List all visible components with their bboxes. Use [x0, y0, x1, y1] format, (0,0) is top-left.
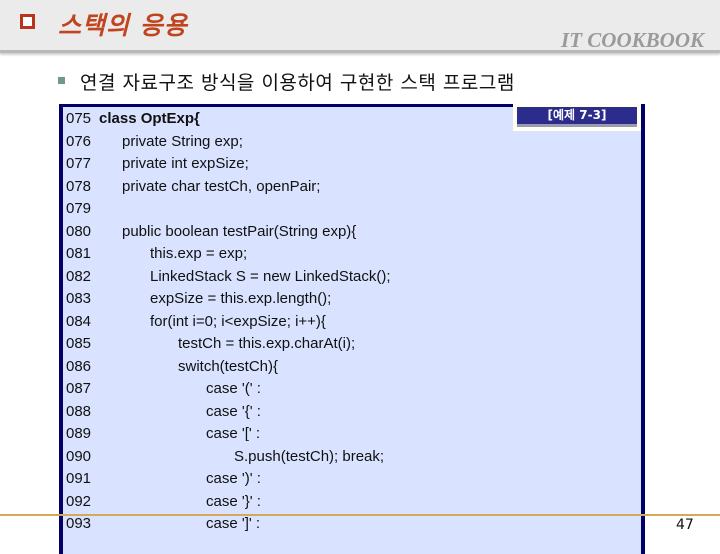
- code-line: 085 testCh = this.exp.charAt(i);: [66, 333, 355, 355]
- line-number: 084: [66, 312, 92, 330]
- code-text: this.exp = exp;: [150, 245, 248, 262]
- code-text: class OptExp{: [99, 110, 200, 127]
- slide-title: 스택의 응용: [58, 11, 188, 40]
- code-text: case '}' :: [206, 492, 261, 510]
- code-line: 077 private int expSize;: [66, 153, 249, 175]
- code-line: 092 case '}' :: [66, 491, 261, 513]
- line-number: 085: [66, 335, 92, 352]
- example-label: [예제 7-3]: [517, 107, 637, 127]
- code-text: case ']' :: [206, 515, 261, 532]
- line-number: 080: [66, 222, 92, 240]
- code-line: 091 case ')' :: [66, 468, 261, 490]
- code-line: 081 this.exp = exp;: [66, 243, 247, 265]
- code-text: S.push(testCh); break;: [234, 447, 385, 465]
- code-text: private char testCh, openPair;: [122, 177, 321, 195]
- code-text: switch(testCh){: [178, 357, 279, 375]
- code-text: case '(' :: [206, 380, 261, 397]
- code-line: 076 private String exp;: [66, 131, 243, 153]
- code-line: 083 expSize = this.exp.length();: [66, 288, 331, 310]
- line-number: 086: [66, 357, 92, 375]
- code-line: 090 S.push(testCh); break;: [66, 446, 384, 468]
- code-line: 075 class OptExp{: [66, 108, 200, 130]
- code-line: 093 case ']' :: [66, 513, 260, 535]
- code-line: 078 private char testCh, openPair;: [66, 176, 320, 198]
- line-number: 076: [66, 132, 92, 150]
- code-line: 080 public boolean testPair(String exp){: [66, 221, 356, 243]
- line-number: 077: [66, 155, 92, 172]
- example-label-container: [예제 7-3]: [513, 104, 641, 131]
- code-line: 079: [66, 198, 112, 220]
- line-number: 090: [66, 447, 92, 465]
- code-text: expSize = this.exp.length();: [150, 290, 332, 307]
- code-line: 089 case '[' :: [66, 423, 260, 445]
- checkbox-bullet-icon: [20, 14, 35, 29]
- line-number: 075: [66, 110, 92, 127]
- code-text: case ')' :: [206, 470, 261, 487]
- page-number: 47: [676, 517, 694, 533]
- code-text: public boolean testPair(String exp){: [122, 222, 357, 240]
- code-text: private String exp;: [122, 132, 243, 150]
- code-text: private int expSize;: [122, 155, 249, 172]
- footer-divider: [0, 514, 720, 516]
- code-text: LinkedStack S = new LinkedStack();: [150, 267, 391, 285]
- code-line: 088 case '{' :: [66, 401, 261, 423]
- code-line: 087 case '(' :: [66, 378, 261, 400]
- square-bullet-icon: [58, 77, 65, 84]
- brand-logo-text: IT COOKBOOK: [561, 28, 704, 52]
- line-number: 079: [66, 200, 92, 217]
- line-number: 081: [66, 245, 92, 262]
- line-number: 093: [66, 515, 92, 532]
- line-number: 092: [66, 492, 92, 510]
- code-line: 086 switch(testCh){: [66, 356, 278, 378]
- line-number: 082: [66, 267, 92, 285]
- code-text: for(int i=0; i<expSize; i++){: [150, 312, 326, 330]
- slide-header: 스택의 응용 IT COOKBOOK: [0, 0, 720, 53]
- code-text: case '[' :: [206, 425, 261, 442]
- line-number: 089: [66, 425, 92, 442]
- code-text: testCh = this.exp.charAt(i);: [178, 335, 356, 352]
- subtitle: 연결 자료구조 방식을 이용하여 구현한 스택 프로그램: [80, 72, 515, 94]
- code-line: 082 LinkedStack S = new LinkedStack();: [66, 266, 391, 288]
- code-text: case '{' :: [206, 402, 261, 420]
- line-number: 091: [66, 470, 92, 487]
- line-number: 087: [66, 380, 92, 397]
- code-line: 084 for(int i=0; i<expSize; i++){: [66, 311, 326, 333]
- line-number: 078: [66, 177, 92, 195]
- line-number: 083: [66, 290, 92, 307]
- line-number: 088: [66, 402, 92, 420]
